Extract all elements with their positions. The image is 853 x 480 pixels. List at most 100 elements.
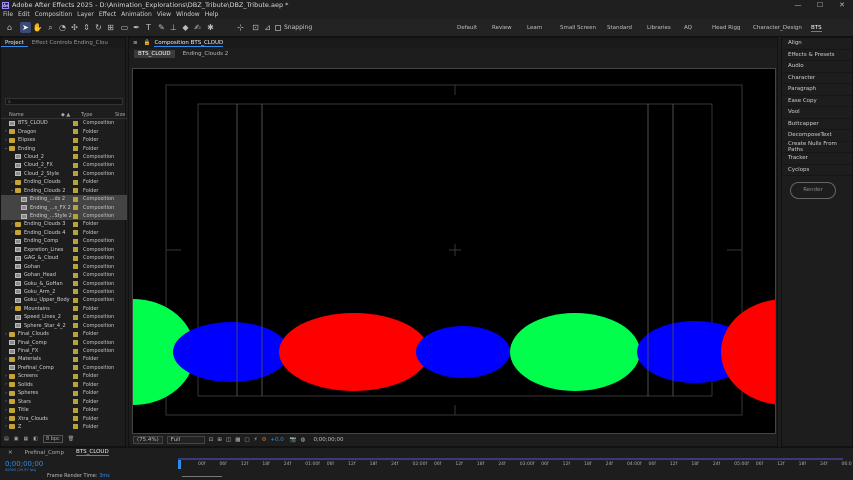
project-item-row[interactable]: Cloud_2_FX Composition <box>1 161 127 169</box>
project-item-row[interactable]: › Solids Folder <box>1 381 127 389</box>
puppet-tool-icon[interactable]: ✱ <box>205 22 216 33</box>
project-item-row[interactable]: Goku_Arm_2 Composition <box>1 288 127 296</box>
tab-project[interactable]: Project <box>1 40 28 47</box>
bit-depth-button[interactable]: 8 bpc <box>42 435 63 443</box>
timeline-tab-prefinal-comp[interactable]: Prefinal_Comp <box>25 450 64 456</box>
interpret-footage-icon[interactable]: ▤ <box>4 436 9 442</box>
project-item-row[interactable]: Sphere_Star_4_2 Composition <box>1 322 127 330</box>
label-color-swatch[interactable] <box>73 162 78 168</box>
workspace-character-design[interactable]: Character_Design <box>753 25 802 31</box>
rotate-tool-icon[interactable]: ↻ <box>93 22 104 33</box>
selection-tool-icon[interactable]: ➤ <box>20 22 31 33</box>
project-item-row[interactable]: Goku_&_GoHan Composition <box>1 279 127 287</box>
workspace-libraries[interactable]: Libraries <box>647 25 671 31</box>
project-item-row[interactable]: Cloud_2 Composition <box>1 153 127 161</box>
resolution-dropdown[interactable]: Full <box>166 436 205 444</box>
project-item-row[interactable]: › Xtra_Clouds Folder <box>1 414 127 422</box>
project-search-input[interactable]: ⌕ <box>5 98 123 105</box>
label-color-swatch[interactable] <box>73 331 78 337</box>
ellipse-shape[interactable] <box>721 299 776 405</box>
label-color-swatch[interactable] <box>73 154 78 160</box>
label-color-swatch[interactable] <box>73 314 78 320</box>
3d-renderer-icon[interactable]: ⚙ <box>261 437 266 443</box>
menu-window[interactable]: Window <box>176 11 200 18</box>
label-color-swatch[interactable] <box>73 348 78 354</box>
menu-file[interactable]: File <box>3 11 13 18</box>
column-name[interactable]: Name <box>1 112 61 118</box>
project-item-row[interactable]: ⌄ Ending Folder <box>1 144 127 152</box>
label-color-swatch[interactable] <box>73 264 78 270</box>
menu-effect[interactable]: Effect <box>99 11 116 18</box>
label-color-swatch[interactable] <box>73 221 78 227</box>
label-color-swatch[interactable] <box>73 373 78 379</box>
dolly-tool-icon[interactable]: ⇕ <box>81 22 92 33</box>
new-composition-icon[interactable]: ▦ <box>23 436 28 442</box>
time-ruler[interactable]: 00f 06f 12f 18f 24f 01:00f 06f 12f 18f 24f 02:00f 0… <box>178 460 852 469</box>
label-color-swatch[interactable] <box>73 171 78 177</box>
label-color-swatch[interactable] <box>73 297 78 303</box>
pen-tool-icon[interactable]: ✒ <box>131 22 142 33</box>
hand-tool-icon[interactable]: ✋ <box>32 22 43 33</box>
panel-buttcapper[interactable]: Buttcapper <box>782 119 852 130</box>
project-item-row[interactable]: › Materials Folder <box>1 355 127 363</box>
label-color-swatch[interactable] <box>73 272 78 278</box>
home-icon[interactable]: ⌂ <box>4 22 15 33</box>
panel-audio[interactable]: Audio <box>782 61 852 73</box>
composition-panel-title[interactable]: Composition BTS_CLOUD <box>154 40 224 47</box>
project-item-row[interactable]: Ending_...ds 2 Composition <box>1 194 127 204</box>
transparency-grid-icon[interactable]: ▦ <box>235 437 240 443</box>
minimize-button[interactable]: — <box>787 0 809 10</box>
workspace-small-screen[interactable]: Small Screen <box>560 25 596 31</box>
project-item-row[interactable]: › Ending_Clouds Folder <box>1 178 127 186</box>
label-color-swatch[interactable] <box>73 416 78 422</box>
label-color-swatch[interactable] <box>73 255 78 261</box>
delete-icon[interactable]: 🗑 <box>68 436 74 442</box>
composition-viewer[interactable] <box>132 68 776 434</box>
panel-ease-copy[interactable]: Ease Copy <box>782 96 852 107</box>
brush-tool-icon[interactable]: ✎ <box>156 22 167 33</box>
label-color-swatch[interactable] <box>73 306 78 312</box>
project-item-row[interactable]: Cloud_2_Style Composition <box>1 170 127 178</box>
label-color-swatch[interactable] <box>73 399 78 405</box>
label-color-swatch[interactable] <box>73 196 78 202</box>
menu-composition[interactable]: Composition <box>35 11 72 18</box>
project-item-row[interactable]: Gohan_Head Composition <box>1 271 127 279</box>
menu-edit[interactable]: Edit <box>18 11 30 18</box>
magnification-dropdown[interactable]: (75.4%) <box>133 436 163 444</box>
menu-help[interactable]: Help <box>205 11 219 18</box>
timeline-timecode[interactable]: 0;00;00;00 <box>5 460 43 468</box>
workspace-learn[interactable]: Learn <box>527 25 542 31</box>
panel-menu-icon[interactable]: ≡ <box>133 40 138 46</box>
comp-timecode[interactable]: 0;00;00;00 <box>313 437 343 443</box>
label-color-swatch[interactable] <box>73 230 78 236</box>
project-item-row[interactable]: Expretion_Lines Composition <box>1 246 127 254</box>
workspace-head-rigg[interactable]: Head Rigg <box>712 25 740 31</box>
label-color-swatch[interactable] <box>73 407 78 413</box>
eraser-tool-icon[interactable]: ◆ <box>180 22 191 33</box>
panel-align[interactable]: Align <box>782 38 852 50</box>
ellipse-shape[interactable] <box>279 313 429 391</box>
roto-brush-tool-icon[interactable]: ✍ <box>192 22 203 33</box>
column-type[interactable]: Type <box>81 112 115 118</box>
project-item-row[interactable]: Goku_Upper_Body Composition <box>1 296 127 304</box>
menu-layer[interactable]: Layer <box>77 11 94 18</box>
close-button[interactable]: ✕ <box>831 0 853 10</box>
timeline-tab-bts-cloud[interactable]: BTS_CLOUD <box>76 449 109 456</box>
project-item-row[interactable]: › Elipses Folder <box>1 136 127 144</box>
label-color-swatch[interactable] <box>73 382 78 388</box>
panel-cyclops[interactable]: Cyclops <box>782 165 852 176</box>
mask-visibility-icon[interactable]: ◫ <box>226 437 231 443</box>
orbit-tool-icon[interactable]: ◔ <box>57 22 68 33</box>
workspace-review[interactable]: Review <box>492 25 512 31</box>
timeline-close-icon[interactable]: ✕ <box>8 450 13 456</box>
label-color-swatch[interactable] <box>73 120 78 126</box>
project-item-row[interactable]: › Ending_Clouds 3 Folder <box>1 220 127 228</box>
label-color-swatch[interactable] <box>73 281 78 287</box>
workspace-aq[interactable]: AQ <box>684 25 692 31</box>
label-color-swatch[interactable] <box>73 365 78 371</box>
project-item-row[interactable]: Prefinal_Comp Composition <box>1 364 127 372</box>
region-of-interest-icon[interactable]: ▢ <box>244 437 249 443</box>
panel-create-nulls[interactable]: Create Nulls From Paths <box>782 141 852 153</box>
comp-tab-bts-cloud[interactable]: BTS_CLOUD <box>134 50 175 58</box>
new-folder-icon[interactable]: ▣ <box>14 436 19 442</box>
